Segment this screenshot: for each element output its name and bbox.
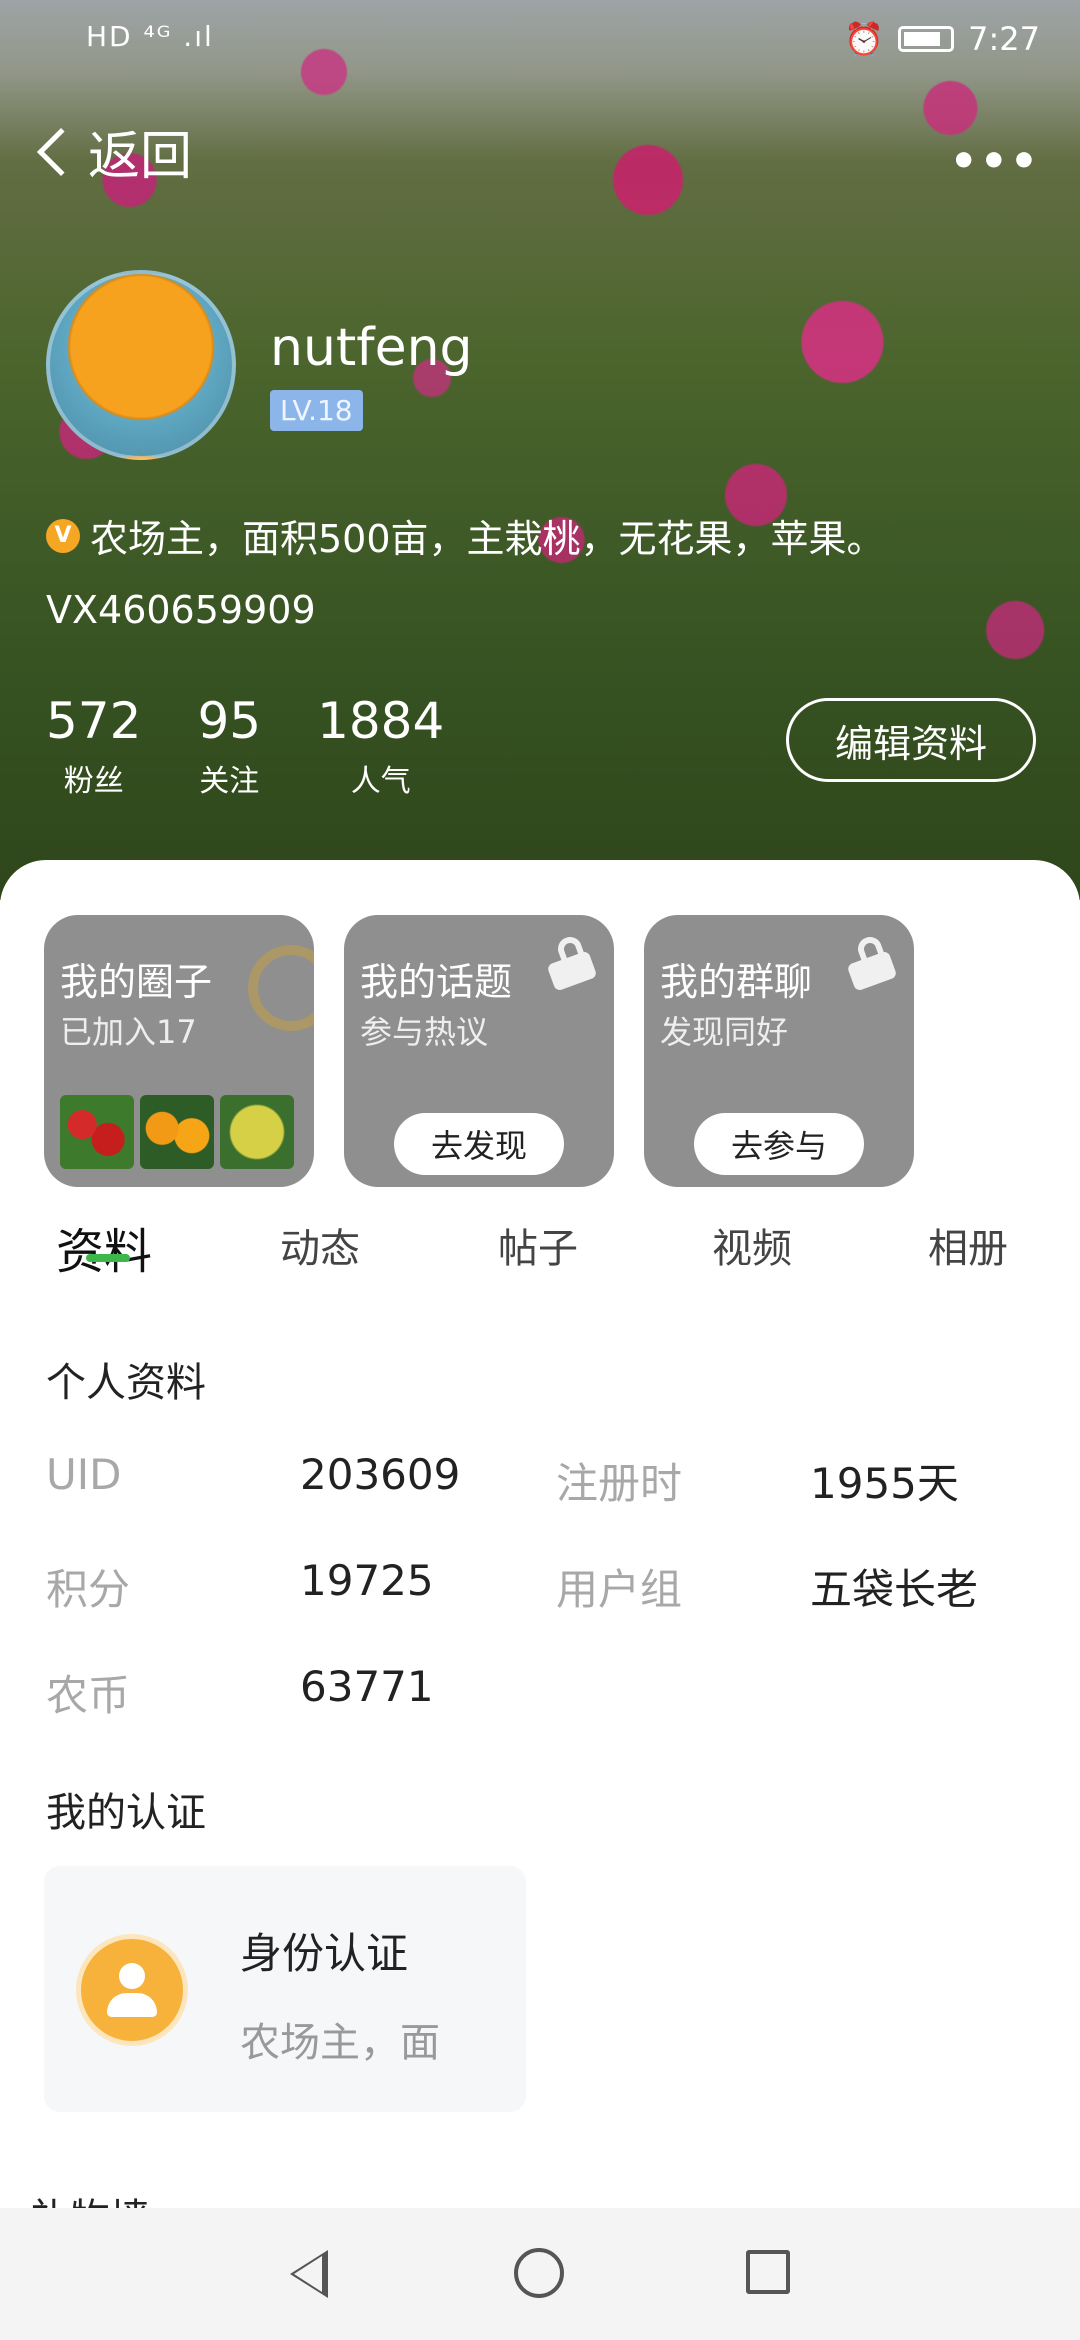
active-tab-indicator [86,1254,130,1262]
followers-stat[interactable]: 572 粉丝 [46,692,141,800]
card-subtitle: 参与热议 [360,1013,489,1051]
nav-recents-icon[interactable] [746,2250,790,2294]
nav-back-icon-inner [294,2256,322,2292]
status-bar: HD ⁴ᴳ .ıl ⏰ 7:27 [0,0,1080,80]
circle-thumbnails [60,1095,294,1169]
lock-icon [846,933,898,992]
info-row: 积分 19725 用户组 五袋长老 [0,1556,1080,1616]
user-group-value: 五袋长老 [810,1565,979,1614]
verified-icon: V [46,518,80,553]
user-group-label: 用户组 [556,1565,683,1614]
tab-activity[interactable]: 动态 [280,1216,360,1274]
card-title: 我的话题 [360,960,513,1004]
battery-icon [898,26,955,52]
card-title: 我的圈子 [60,960,213,1004]
info-row: UID 203609 注册时 1955天 [0,1450,1080,1510]
uid-value: 203609 [300,1450,461,1499]
bio: V 农场主，面积500亩，主栽桃，无花果，苹果。 [46,508,885,563]
back-button[interactable]: 返回 [30,114,192,189]
certification-card-title: 身份认证 [240,1929,409,1978]
registered-label: 注册时 [556,1459,683,1508]
discover-button[interactable]: 去发现 [394,1113,564,1175]
card-title: 我的群聊 [660,960,813,1004]
chevron-left-icon [36,127,86,176]
stat-label: 关注 [199,764,260,799]
signal-indicator: HD ⁴ᴳ .ıl [86,20,214,53]
certification-title: 我的认证 [46,1790,206,1836]
tab-posts[interactable]: 帖子 [498,1216,578,1274]
level-badge: LV.18 [270,390,363,431]
personal-info-title: 个人资料 [46,1360,206,1406]
more-options-button[interactable]: ••• [950,136,1040,187]
my-topics-card[interactable]: 我的话题 参与热议 去发现 [344,915,614,1187]
points-value: 19725 [300,1556,434,1605]
strawberry-thumbnail [60,1095,134,1169]
stat-number: 95 [197,692,262,750]
certification-card-desc: 农场主，面 [240,2020,440,2066]
card-subtitle: 发现同好 [660,1013,789,1051]
pomelo-thumbnail [220,1095,294,1169]
my-circles-card[interactable]: 我的圈子 已加入17 [44,915,314,1187]
circle-ring-icon [248,945,314,1031]
edit-profile-button[interactable]: 编辑资料 [786,698,1036,782]
back-label: 返回 [88,127,193,187]
info-row: 农币 63771 [0,1662,1080,1722]
feature-cards: 我的圈子 已加入17 我的话题 参与热议 去发现 我的群聊 发现同好 去参与 [44,915,914,1187]
person-icon [76,1934,188,2046]
username: nutfeng [270,318,473,378]
uid-label: UID [46,1450,122,1499]
profile-stats: 572 粉丝 95 关注 1884 人气 [46,692,444,800]
nav-home-icon[interactable] [514,2248,564,2298]
tab-albums[interactable]: 相册 [928,1216,1008,1274]
points-label: 积分 [46,1565,131,1614]
bio-text: 农场主，面积500亩，主栽桃，无花果，苹果。 [90,517,885,561]
tab-videos[interactable]: 视频 [712,1216,792,1274]
tab-profile[interactable]: 资料 [56,1212,152,1282]
following-stat[interactable]: 95 关注 [197,692,261,800]
wechat-id: ⅤX460659909 [46,588,316,632]
my-group-chats-card[interactable]: 我的群聊 发现同好 去参与 [644,915,914,1187]
avatar[interactable] [46,270,236,460]
popularity-stat[interactable]: 1884 人气 [317,692,444,800]
system-navigation-bar [0,2208,1080,2340]
alarm-icon: ⏰ [844,20,885,58]
coins-value: 63771 [300,1662,434,1711]
stat-label: 粉丝 [63,764,124,799]
top-bar: 返回 ••• [0,100,1080,210]
status-time: 7:27 [968,20,1040,58]
stat-number: 572 [46,692,142,750]
profile-tabs: 资料 动态 帖子 视频 相册 [0,1212,1080,1292]
profile-content: 我的圈子 已加入17 我的话题 参与热议 去发现 我的群聊 发现同好 去参与 资… [0,860,1080,2340]
stat-label: 人气 [350,764,411,799]
orange-thumbnail [140,1095,214,1169]
identity-certification-card[interactable]: 身份认证 农场主，面 [44,1866,526,2112]
stat-number: 1884 [317,692,445,750]
lock-icon [546,933,598,992]
registered-value: 1955天 [810,1459,959,1508]
coins-label: 农币 [46,1671,131,1720]
join-button[interactable]: 去参与 [694,1113,864,1175]
card-subtitle: 已加入17 [60,1013,197,1051]
